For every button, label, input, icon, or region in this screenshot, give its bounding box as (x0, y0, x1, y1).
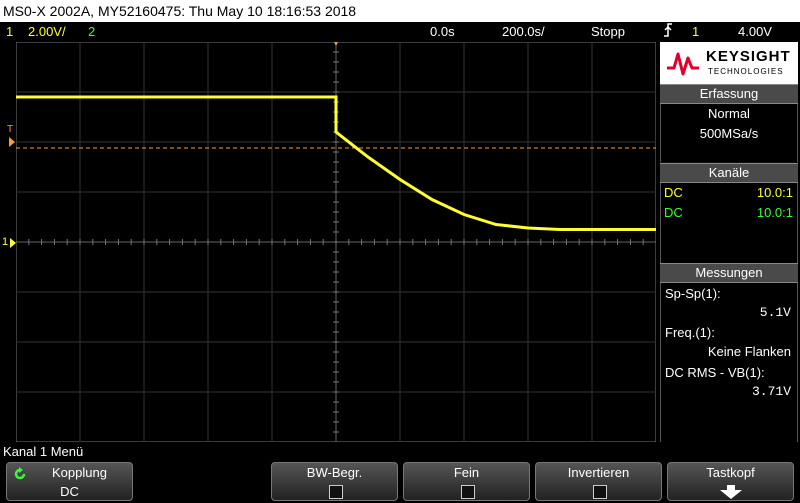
checkbox[interactable] (329, 485, 343, 499)
checkbox[interactable] (461, 485, 475, 499)
softkey-value: DC (60, 484, 79, 499)
acquisition-header[interactable]: Erfassung (660, 84, 798, 104)
acquisition-rate: 500MSa/s (699, 126, 759, 141)
timebase[interactable]: 200.0s/ (502, 22, 545, 41)
measurements-header[interactable]: Messungen (660, 263, 798, 283)
trigger-level[interactable]: 4.00V (738, 22, 772, 41)
acquisition-box: Normal 500MSa/s (660, 104, 798, 162)
softkey-label: BW-Begr. (306, 465, 363, 480)
keysight-wave-icon (667, 52, 699, 76)
measurement-label: Sp-Sp(1): (665, 286, 721, 301)
trigger-edge-icon (662, 22, 674, 43)
softkey-bandwidth-limit[interactable]: BW-Begr. (271, 462, 398, 501)
channel-2-probe: 10.0:1 (756, 205, 793, 220)
softkey-label: Invertieren (567, 465, 630, 480)
softkey-fine[interactable]: Fein (403, 462, 530, 501)
measurement-value: Keine Flanken (707, 344, 791, 359)
channels-header[interactable]: Kanäle (660, 163, 798, 183)
measurement-label: DC RMS - VB(1): (665, 365, 765, 380)
softkey-label: Fein (453, 465, 480, 480)
softkey-label: Kopplung (52, 465, 107, 480)
measurement-value: 3.71V (751, 384, 791, 399)
waveform-display[interactable] (16, 42, 656, 442)
keysight-logo: KEYSIGHT TECHNOLOGIES (660, 42, 798, 84)
channel-1-ground-marker[interactable]: 1 (2, 236, 8, 248)
softkey-coupling[interactable]: Kopplung DC (6, 462, 133, 501)
trigger-source[interactable]: 1 (692, 22, 699, 41)
info-panel: KEYSIGHT TECHNOLOGIES Erfassung Normal 5… (660, 42, 798, 442)
acquisition-mode: Normal (708, 106, 750, 121)
channel-1-scale[interactable]: 2.00V/ (28, 22, 66, 41)
checkbox[interactable] (593, 485, 607, 499)
window-title: MS0-X 2002A, MY52160475: Thu May 10 18:1… (0, 0, 800, 22)
measurement-value: 5.1V (759, 305, 791, 320)
measurements-box: Sp-Sp(1): 5.1V Freq.(1): Keine Flanken D… (660, 283, 798, 442)
channel-2-number[interactable]: 2 (88, 22, 95, 41)
trigger-arrow-icon (9, 137, 15, 147)
channel-1-number[interactable]: 1 (6, 22, 13, 41)
channel-1-probe: 10.0:1 (756, 185, 793, 200)
softkey-label: Tastkopf (706, 465, 755, 480)
softkey-probe[interactable]: Tastkopf (667, 462, 794, 501)
softkey-invert[interactable]: Invertieren (535, 462, 662, 501)
channel-1-coupling: DC (664, 185, 683, 200)
channels-box: DC 10.0:1 DC 10.0:1 (660, 183, 798, 263)
status-bar: 1 2.00V/ 2 0.0s 200.0s/ Stopp 1 4.00V (0, 22, 800, 41)
measurement-label: Freq.(1): (665, 325, 715, 340)
trigger-level-marker[interactable]: T (7, 124, 13, 135)
time-offset[interactable]: 0.0s (430, 22, 455, 41)
channel-2-coupling: DC (664, 205, 683, 220)
arrow-down-icon (720, 485, 742, 499)
menu-title: Kanal 1 Menü (3, 444, 84, 459)
run-state: Stopp (591, 24, 625, 39)
